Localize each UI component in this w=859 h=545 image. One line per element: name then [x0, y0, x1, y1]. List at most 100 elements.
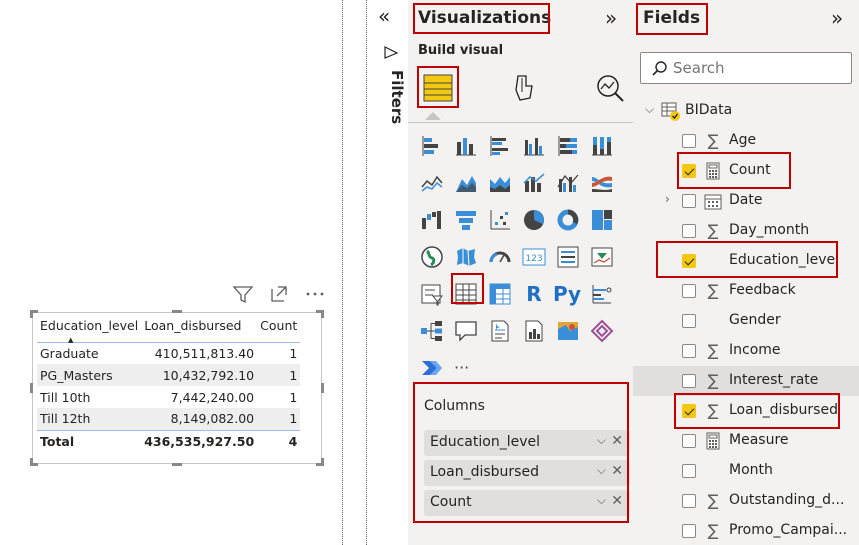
expand-pane-icon[interactable]: » — [605, 6, 617, 30]
column-header-education-level[interactable]: Education_level — [37, 318, 142, 343]
decomposition-tree-icon[interactable] — [420, 319, 444, 343]
gauge-icon[interactable] — [488, 245, 512, 269]
power-apps-icon[interactable] — [590, 319, 614, 343]
multi-row-card-icon[interactable] — [556, 245, 580, 269]
line-and-clustered-column-chart-icon[interactable] — [556, 171, 580, 195]
field-item-feedback[interactable]: ∑ Feedback — [633, 276, 859, 306]
stacked-area-chart-icon[interactable] — [488, 171, 512, 195]
scatter-chart-icon[interactable] — [488, 208, 512, 232]
field-checkbox[interactable] — [682, 464, 696, 478]
donut-chart-icon[interactable] — [556, 208, 580, 232]
treemap-icon[interactable] — [590, 208, 614, 232]
resize-handle[interactable] — [30, 310, 33, 318]
100-stacked-bar-chart-icon[interactable] — [556, 134, 580, 158]
cell-total-count: 4 — [257, 429, 301, 452]
smart-narrative-icon[interactable] — [488, 319, 512, 343]
line-chart-icon[interactable] — [420, 171, 444, 195]
field-checkbox[interactable] — [682, 374, 696, 388]
filter-funnel-icon — [383, 44, 399, 64]
field-checkbox[interactable] — [682, 134, 696, 148]
filter-icon[interactable] — [232, 284, 254, 309]
r-script-visual-icon[interactable]: R — [522, 282, 546, 306]
table-row[interactable]: PG_Masters 10,432,792.10 1 — [37, 364, 301, 386]
fields-search[interactable] — [640, 52, 852, 84]
waterfall-chart-icon[interactable] — [420, 208, 444, 232]
area-chart-icon[interactable] — [454, 171, 478, 195]
highlight-box — [656, 241, 838, 278]
chevron-right-icon[interactable]: › — [665, 192, 670, 206]
field-checkbox[interactable] — [682, 314, 696, 328]
resize-handle[interactable] — [30, 458, 33, 466]
format-visual-icon[interactable] — [508, 72, 540, 108]
field-item-month[interactable]: Month — [633, 456, 859, 486]
visual-header — [232, 284, 326, 309]
power-automate-icon[interactable] — [420, 356, 444, 380]
stacked-bar-chart-icon[interactable] — [420, 134, 444, 158]
field-checkbox[interactable] — [682, 224, 696, 238]
resize-handle[interactable] — [321, 458, 324, 466]
focus-mode-icon[interactable] — [269, 284, 289, 309]
table-row[interactable]: Graduate 410,511,813.40 1 — [37, 342, 300, 364]
field-checkbox[interactable] — [682, 194, 696, 208]
more-visuals-icon[interactable]: ··· — [454, 356, 486, 380]
clustered-column-chart-icon[interactable] — [522, 134, 546, 158]
line-and-stacked-column-chart-icon[interactable] — [522, 171, 546, 195]
svg-text:123: 123 — [525, 254, 542, 264]
stacked-column-chart-icon[interactable] — [454, 134, 478, 158]
matrix-icon[interactable] — [488, 282, 512, 306]
clustered-bar-chart-icon[interactable] — [488, 134, 512, 158]
field-item-outstanding[interactable]: ∑ Outstanding_d... — [633, 486, 859, 516]
filled-map-icon[interactable] — [454, 245, 478, 269]
field-item-gender[interactable]: Gender — [633, 306, 859, 336]
field-item-measure[interactable]: Measure — [633, 426, 859, 456]
field-item-date[interactable]: › Date — [633, 186, 859, 216]
field-label: Month — [729, 462, 773, 478]
expand-pane-icon[interactable]: » — [831, 6, 843, 30]
map-icon[interactable] — [420, 245, 444, 269]
cell-count: 1 — [257, 408, 301, 430]
cell-education-level: Till 10th — [40, 389, 91, 405]
kpi-icon[interactable] — [590, 245, 614, 269]
chevron-down-icon[interactable]: ⌵ — [645, 102, 654, 117]
pie-chart-icon[interactable] — [522, 208, 546, 232]
field-checkbox[interactable] — [682, 524, 696, 538]
search-input[interactable] — [673, 58, 843, 78]
cell-education-level: Graduate — [40, 345, 99, 361]
field-checkbox[interactable] — [682, 284, 696, 298]
field-checkbox[interactable] — [682, 344, 696, 358]
collapse-panes-icon[interactable]: « — [378, 4, 390, 28]
field-checkbox[interactable] — [682, 494, 696, 508]
resize-handle[interactable] — [321, 310, 324, 318]
filters-pane-collapsed[interactable]: « Filters — [368, 0, 408, 545]
column-header-count[interactable]: Count — [257, 318, 301, 343]
field-checkbox[interactable] — [682, 434, 696, 448]
field-item-promo-campaign[interactable]: ∑ Promo_Campai... — [633, 516, 859, 545]
resize-handle[interactable] — [172, 310, 182, 313]
table-row[interactable]: Till 10th 7,442,240.00 1 — [37, 386, 300, 408]
azure-map-icon[interactable] — [556, 319, 580, 343]
table-row[interactable]: Till 12th 8,149,082.00 1 — [37, 408, 301, 430]
column-header-loan-disbursed[interactable]: Loan_disbursed — [141, 318, 258, 343]
analytics-icon[interactable] — [594, 72, 626, 108]
resize-handle[interactable] — [172, 463, 182, 466]
ribbon-chart-icon[interactable] — [590, 171, 614, 195]
filters-title[interactable]: Filters — [388, 70, 406, 124]
paginated-report-icon[interactable] — [522, 319, 546, 343]
slicer-icon[interactable] — [420, 282, 444, 306]
more-options-icon[interactable] — [304, 284, 326, 309]
qa-visual-icon[interactable] — [454, 319, 478, 343]
cell-count: 1 — [289, 389, 298, 405]
highlight-box — [417, 66, 459, 108]
100-stacked-column-chart-icon[interactable] — [590, 134, 614, 158]
field-table-bidata[interactable]: ⌵ BIData — [633, 96, 859, 126]
field-item-interest-rate[interactable]: ∑ Interest_rate — [633, 366, 859, 396]
resize-handle[interactable] — [321, 383, 324, 393]
table-visual[interactable]: Education_level Loan_disbursed Count Gra… — [30, 310, 324, 466]
field-item-income[interactable]: ∑ Income — [633, 336, 859, 366]
build-visual-label: Build visual — [418, 43, 504, 58]
python-visual-icon[interactable]: Py — [552, 282, 582, 306]
resize-handle[interactable] — [30, 383, 33, 393]
key-influencers-icon[interactable] — [590, 282, 614, 306]
funnel-chart-icon[interactable] — [454, 208, 478, 232]
card-icon[interactable]: 123 — [522, 245, 546, 269]
